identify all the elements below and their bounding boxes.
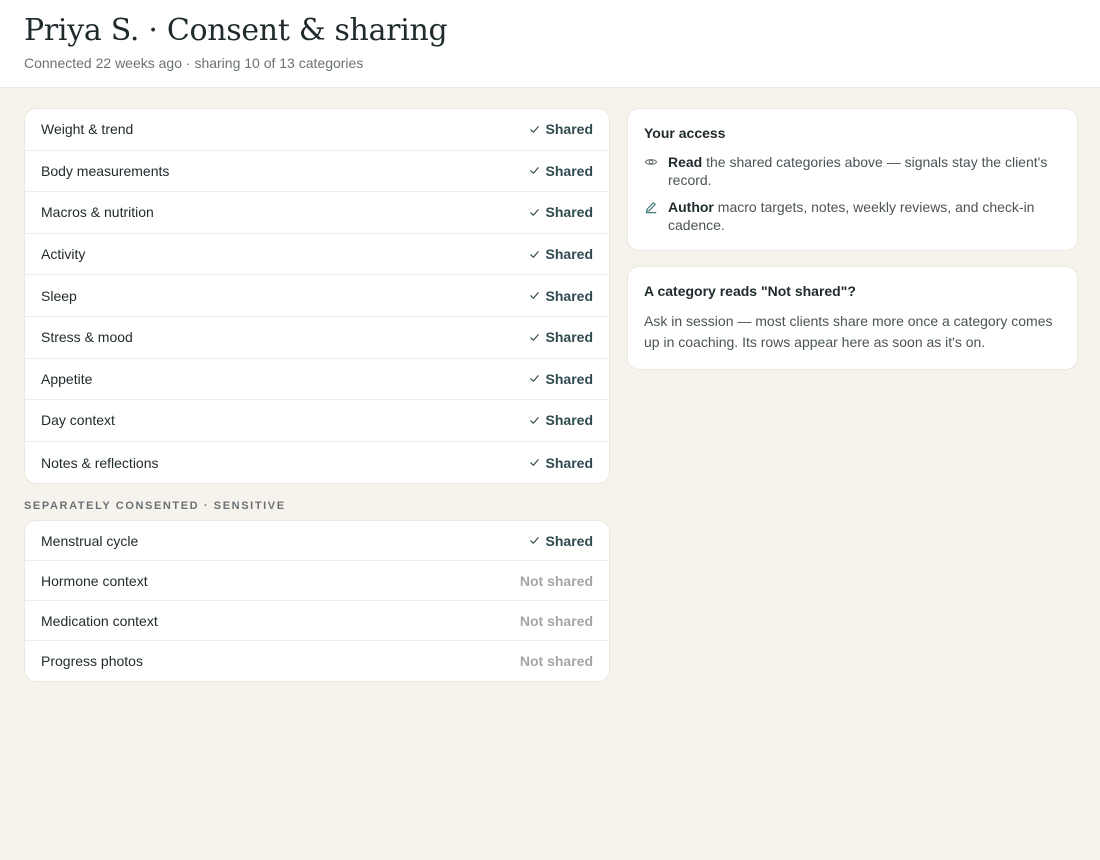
access-description: macro targets, notes, weekly reviews, an…: [668, 199, 1035, 233]
shared-status: Shared: [529, 163, 593, 179]
category-row: Stress & mood Shared: [25, 317, 609, 359]
shared-status: Shared: [529, 533, 593, 549]
check-icon: [529, 165, 540, 176]
category-label: Macros & nutrition: [41, 204, 154, 221]
status-text: Shared: [545, 329, 593, 346]
category-label: Body measurements: [41, 162, 170, 179]
shared-status: Shared: [529, 121, 593, 137]
check-icon: [529, 415, 540, 426]
check-icon: [529, 332, 540, 343]
category-label: Day context: [41, 412, 115, 429]
shared-status: Shared: [529, 329, 593, 345]
category-row: Sleep Shared: [25, 275, 609, 317]
access-permission: Read: [668, 154, 703, 170]
access-card: Your access Read the shared categories a…: [627, 108, 1078, 251]
info-column: Your access Read the shared categories a…: [627, 108, 1078, 682]
status-text: Shared: [545, 454, 593, 471]
status-text: Not shared: [519, 572, 593, 589]
shared-status: Shared: [529, 371, 593, 387]
access-text: Author macro targets, notes, weekly revi…: [668, 198, 1061, 234]
category-label: Hormone context: [41, 572, 148, 589]
category-label: Medication context: [41, 612, 158, 629]
main-layout: Weight & trend Shared Body measurements Sha…: [0, 88, 1100, 683]
category-row: Notes & reflections Shared: [25, 442, 609, 484]
eye-icon: [644, 153, 658, 169]
check-icon: [529, 290, 540, 301]
category-label: Sleep: [41, 287, 77, 304]
status-text: Shared: [545, 204, 593, 221]
not-shared-status: Not shared: [520, 653, 593, 669]
category-label: Progress photos: [41, 653, 143, 670]
access-card-title: Your access: [644, 125, 726, 141]
status-text: Shared: [545, 162, 593, 179]
access-item: Read the shared categories above — signa…: [644, 153, 1061, 189]
sensitive-section-label: Separately consented · Sensitive: [24, 500, 286, 513]
status-text: Shared: [545, 370, 593, 387]
category-row: Weight & trend Shared: [25, 109, 609, 151]
access-permission: Author: [668, 199, 714, 215]
check-icon: [529, 124, 540, 135]
shared-status: Shared: [529, 455, 593, 471]
help-card-title: A category reads "Not shared"?: [644, 283, 856, 299]
shared-status: Shared: [529, 246, 593, 262]
page-header: Priya S. · Consent & sharing Connected 2…: [0, 0, 1100, 88]
category-label: Appetite: [41, 370, 93, 387]
access-text: Read the shared categories above — signa…: [668, 153, 1061, 189]
access-item: Author macro targets, notes, weekly revi…: [644, 198, 1061, 234]
help-card: A category reads "Not shared"? Ask in se…: [627, 266, 1078, 370]
check-icon: [529, 249, 540, 260]
not-shared-status: Not shared: [520, 573, 593, 589]
shared-status: Shared: [529, 288, 593, 304]
page-title: Priya S. · Consent & sharing: [24, 13, 448, 48]
pencil-icon: [644, 198, 658, 214]
categories-column: Weight & trend Shared Body measurements Sha…: [24, 108, 610, 683]
check-icon: [529, 535, 540, 546]
category-row: Activity Shared: [25, 234, 609, 276]
shared-status: Shared: [529, 412, 593, 428]
category-row: Appetite Shared: [25, 359, 609, 401]
status-text: Shared: [545, 121, 593, 138]
not-shared-status: Not shared: [520, 613, 593, 629]
category-row: Progress photos Not shared: [25, 641, 609, 681]
category-label: Activity: [41, 246, 86, 263]
category-label: Menstrual cycle: [41, 532, 139, 549]
check-icon: [529, 457, 540, 468]
category-row: Body measurements Shared: [25, 151, 609, 193]
category-row: Medication context Not shared: [25, 601, 609, 642]
check-icon: [529, 373, 540, 384]
category-row: Day context Shared: [25, 400, 609, 442]
status-text: Shared: [545, 532, 593, 549]
check-icon: [529, 207, 540, 218]
status-text: Shared: [545, 246, 593, 263]
status-text: Not shared: [519, 612, 593, 629]
sensitive-categories-card: Menstrual cycle Shared Hormone context Not …: [24, 520, 610, 683]
categories-card: Weight & trend Shared Body measurements Sha…: [24, 108, 610, 485]
category-row: Macros & nutrition Shared: [25, 192, 609, 234]
status-text: Shared: [545, 287, 593, 304]
help-card-body: Ask in session — most clients share more…: [644, 313, 1053, 350]
status-text: Not shared: [519, 653, 593, 670]
page-subtitle: Connected 22 weeks ago · sharing 10 of 1…: [24, 55, 364, 71]
shared-status: Shared: [529, 204, 593, 220]
category-label: Stress & mood: [41, 329, 133, 346]
category-label: Notes & reflections: [41, 454, 159, 471]
access-list: Read the shared categories above — signa…: [644, 153, 1061, 234]
access-description: the shared categories above — signals st…: [668, 154, 1048, 188]
category-row: Hormone context Not shared: [25, 561, 609, 602]
category-row: Menstrual cycle Shared: [25, 521, 609, 562]
category-label: Weight & trend: [41, 121, 134, 138]
status-text: Shared: [545, 412, 593, 429]
